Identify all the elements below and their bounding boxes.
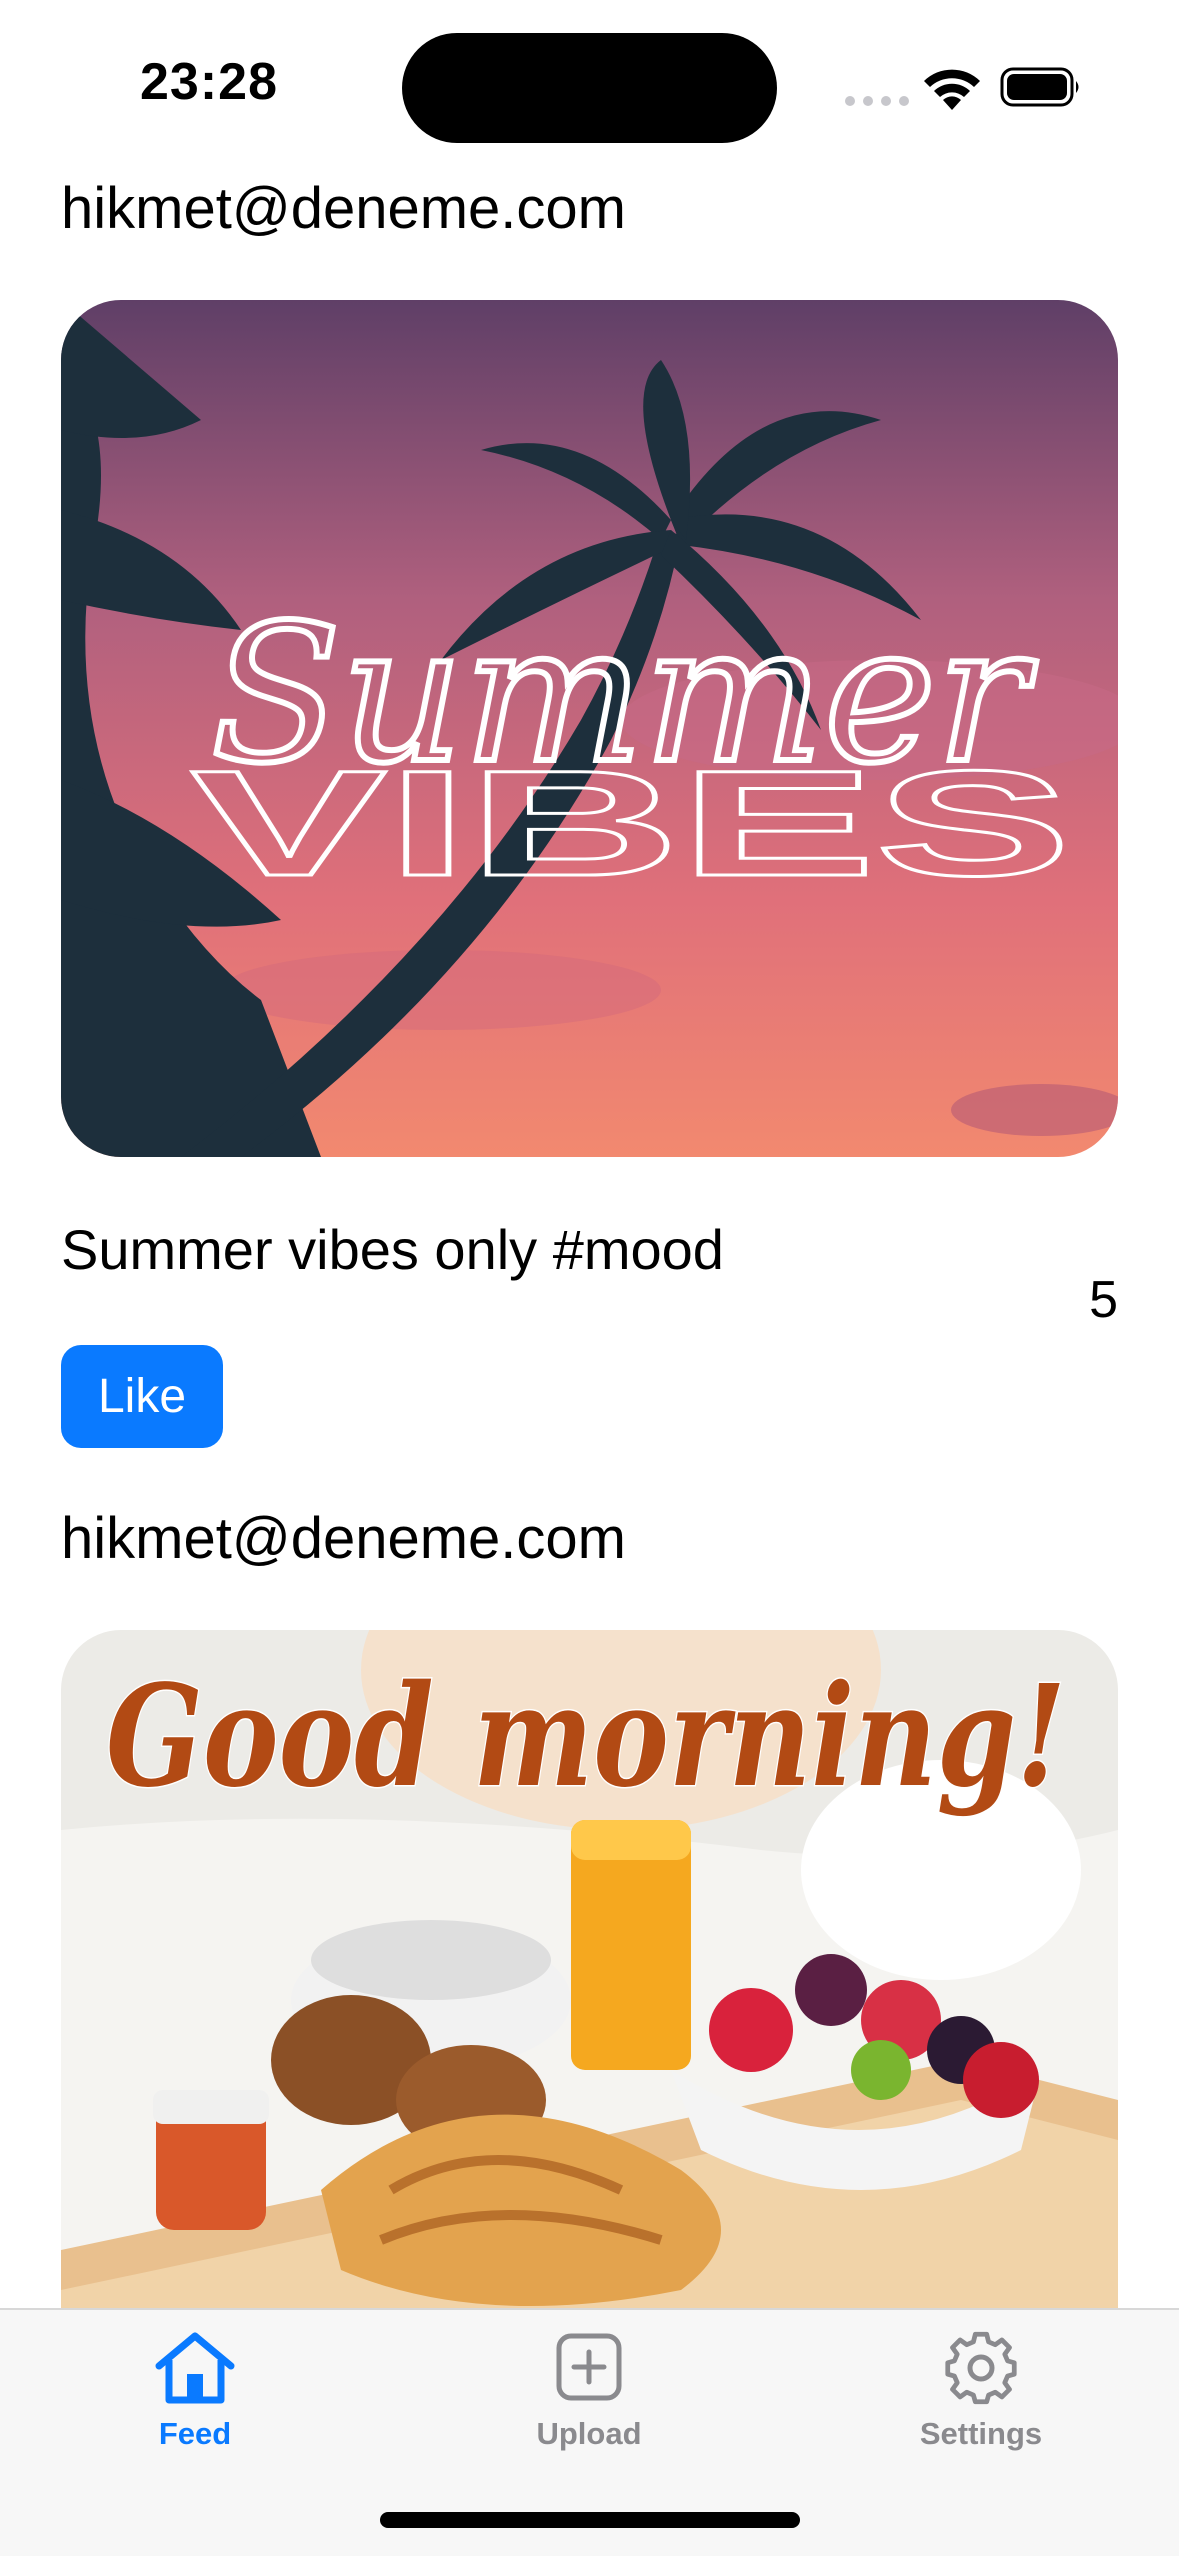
tab-settings[interactable]: Settings xyxy=(851,2330,1111,2480)
tab-label: Feed xyxy=(158,2416,232,2451)
cellular-signal-icon xyxy=(845,96,909,106)
screen: 23:28 hikmet@deneme.com Summer VIBES Sum… xyxy=(0,0,1179,2556)
tab-upload[interactable]: Upload xyxy=(459,2330,719,2480)
like-count: 5 xyxy=(1089,1271,1118,1329)
like-button[interactable]: Like xyxy=(61,1345,223,1448)
gear-icon xyxy=(945,2331,1017,2405)
feed-list[interactable]: hikmet@deneme.com Summer VIBES Summer vi… xyxy=(0,170,1179,2308)
wifi-icon xyxy=(924,69,980,110)
post-card: hikmet@deneme.com xyxy=(0,170,1179,1500)
status-time: 23:28 xyxy=(140,53,278,111)
status-bar: 23:28 xyxy=(0,0,1179,170)
battery-icon xyxy=(1000,67,1079,107)
post-image: Good morning! xyxy=(61,1630,1118,2308)
plus-square-icon xyxy=(556,2333,622,2401)
good-morning-image: Good morning! xyxy=(61,1630,1118,2308)
home-indicator[interactable] xyxy=(380,2512,800,2528)
summer-vibes-image: Summer VIBES xyxy=(61,300,1118,1157)
house-icon xyxy=(155,2332,235,2404)
post-author: hikmet@deneme.com xyxy=(61,1506,626,1571)
tab-label: Settings xyxy=(919,2416,1043,2451)
image-block-text: VIBES xyxy=(191,739,1071,907)
tab-feed[interactable]: Feed xyxy=(65,2330,325,2480)
dynamic-island xyxy=(402,33,777,143)
image-script-text: Good morning! xyxy=(106,1655,1066,1819)
post-image: Summer VIBES xyxy=(61,300,1118,1157)
post-caption: Summer vibes only #mood xyxy=(61,1218,724,1281)
tab-label: Upload xyxy=(536,2416,642,2451)
post-card: hikmet@deneme.com xyxy=(0,1500,1179,2308)
post-author: hikmet@deneme.com xyxy=(61,176,626,241)
